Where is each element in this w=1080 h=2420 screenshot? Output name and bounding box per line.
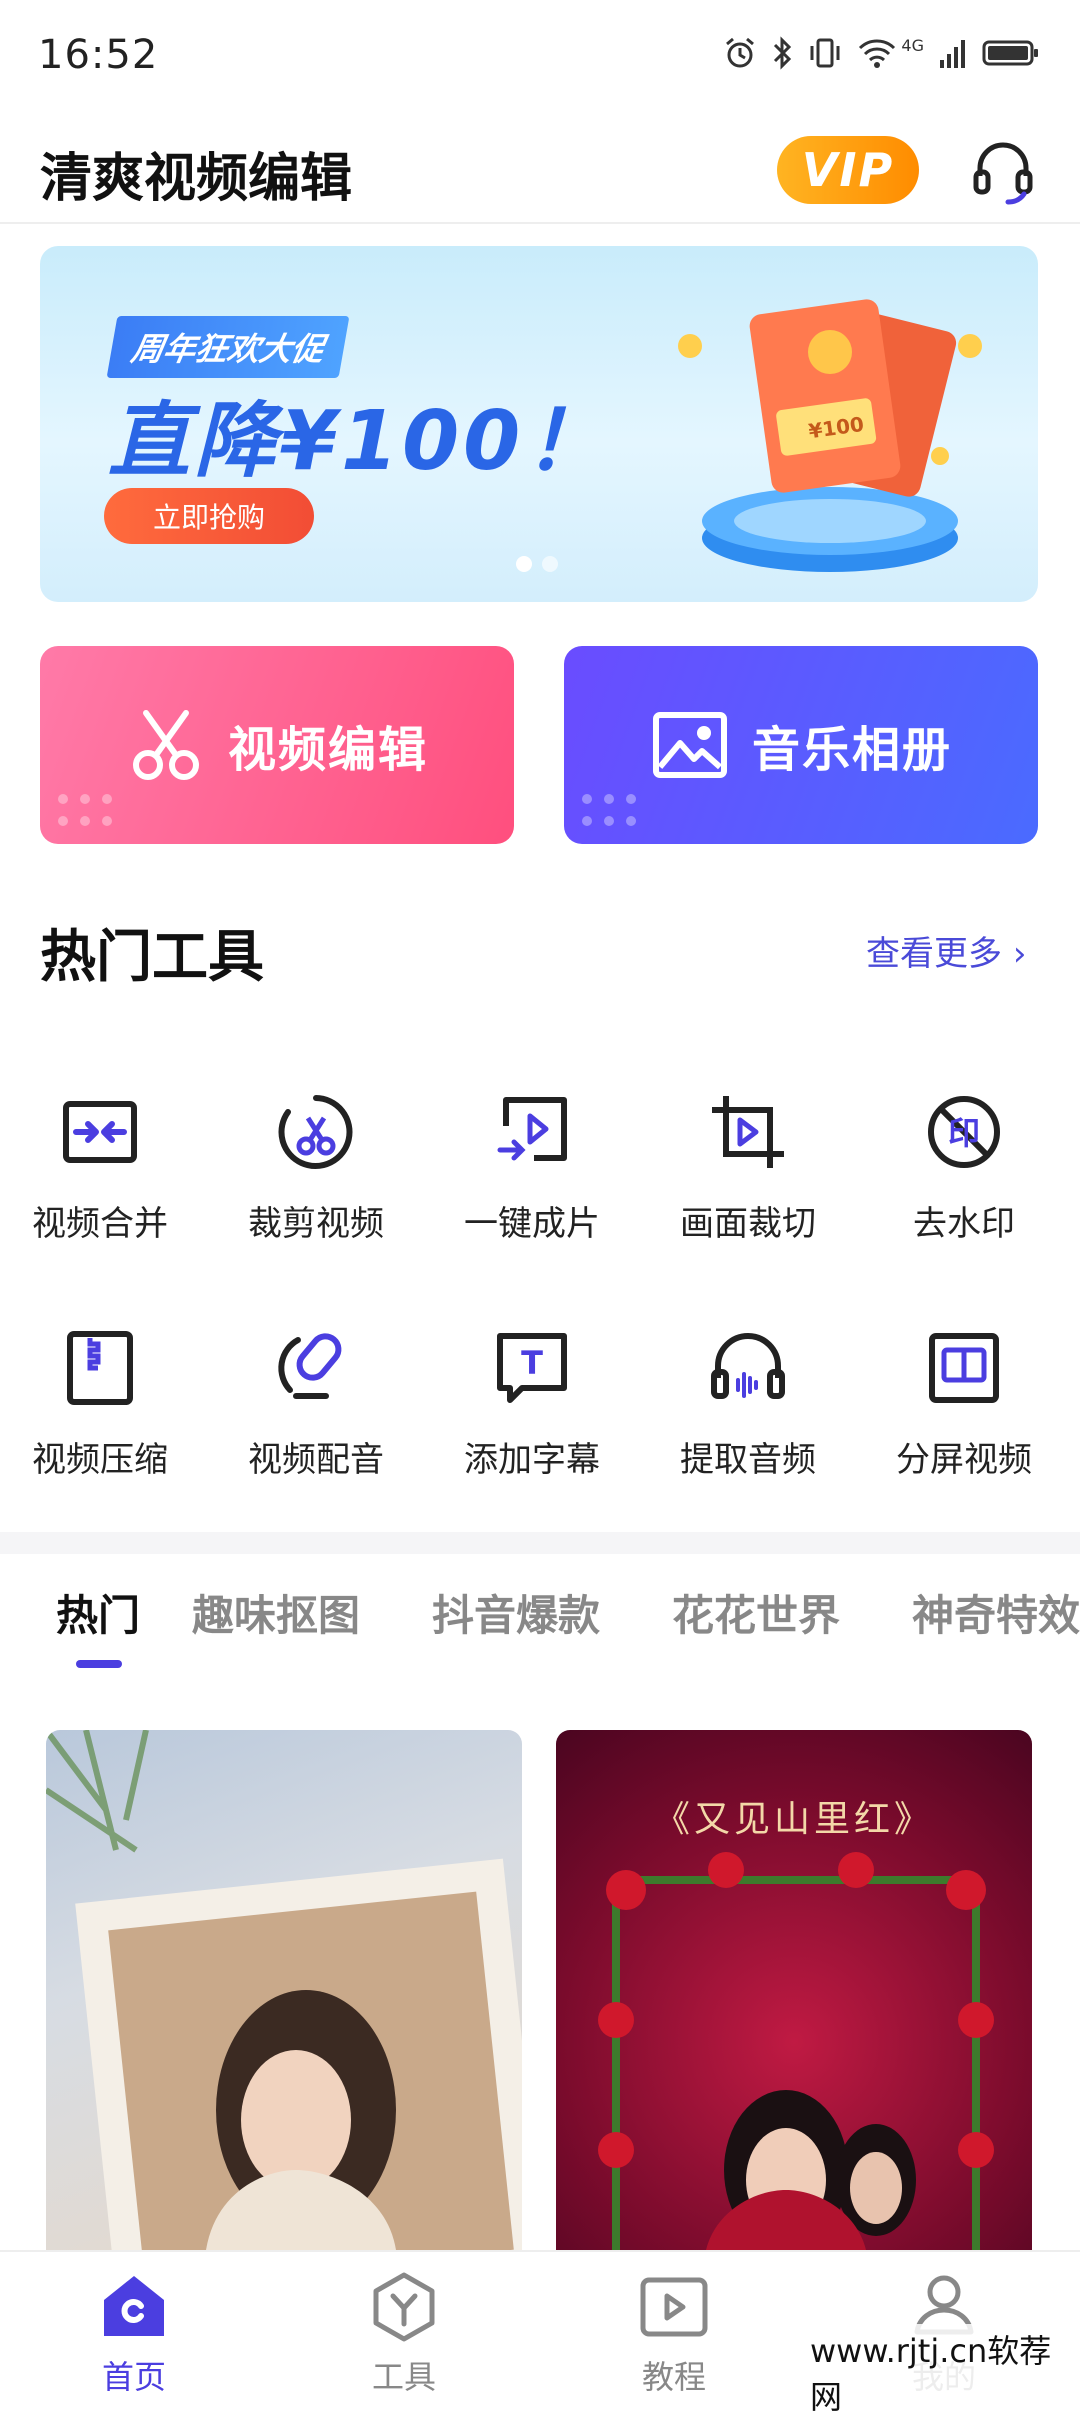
nav-home[interactable]: 首页 <box>34 2270 234 2398</box>
banner-pagination <box>516 556 558 572</box>
status-bar: 16:52 4G <box>0 0 1080 115</box>
tool-label: 视频合并 <box>32 1204 168 1244</box>
tool-remove-watermark[interactable]: 印 去水印 <box>856 1092 1072 1252</box>
extract-audio-icon <box>711 1333 785 1399</box>
status-time: 16:52 <box>38 32 159 78</box>
site-watermark: www.rjtj.cn软荐网 <box>806 2324 1080 2420</box>
video-edit-label: 视频编辑 <box>227 722 428 778</box>
nav-tutorial[interactable]: 教程 <box>574 2270 774 2398</box>
tab-flower-world[interactable]: 花花世界 <box>672 1582 840 1643</box>
tool-compress[interactable]: 视频压缩 <box>0 1328 208 1488</box>
tools-icon <box>373 2272 435 2342</box>
tab-douyin-hits[interactable]: 抖音爆款 <box>432 1582 600 1643</box>
dubbing-icon <box>278 1333 342 1399</box>
hot-tools-title: 热门工具 <box>40 925 264 990</box>
tool-crop[interactable]: 画面裁切 <box>640 1092 856 1252</box>
page-title: 清爽视频编辑 <box>40 149 353 209</box>
see-more-link[interactable]: 查看更多 › <box>866 926 1026 975</box>
status-icons: 4G <box>723 36 1040 70</box>
tutorial-icon <box>640 2277 708 2337</box>
nav-label: 工具 <box>371 2358 436 2396</box>
music-album-label: 音乐相册 <box>751 722 952 778</box>
bluetooth-icon <box>774 36 792 70</box>
subtitle-icon: T <box>497 1333 567 1403</box>
rose-frame-photo <box>598 1852 994 2250</box>
banner-headline: 直降¥100！ <box>108 394 611 489</box>
image-icon <box>652 712 727 778</box>
tool-label: 一键成片 <box>464 1204 600 1244</box>
tool-dubbing[interactable]: 视频配音 <box>208 1328 424 1488</box>
network-label: 4G <box>901 35 924 55</box>
tool-extract-audio[interactable]: 提取音频 <box>640 1328 856 1488</box>
tool-label: 视频压缩 <box>32 1440 168 1480</box>
signal-icon <box>940 40 965 68</box>
tool-label: 画面裁切 <box>680 1204 816 1244</box>
section-separator <box>0 1532 1080 1554</box>
scissors-icon <box>132 710 199 780</box>
card-decoration <box>58 794 112 826</box>
home-icon <box>104 2276 164 2336</box>
video-edit-card[interactable]: 视频编辑 <box>40 646 514 844</box>
tab-hot[interactable]: 热门 <box>56 1582 140 1643</box>
portrait-photo <box>46 1730 522 2250</box>
tool-label: 视频配音 <box>248 1440 384 1480</box>
watermark-glyph: 印 <box>948 1114 980 1152</box>
tool-label: 提取音频 <box>680 1440 816 1480</box>
tool-subtitle[interactable]: T 添加字幕 <box>424 1328 640 1488</box>
split-screen-icon <box>929 1333 999 1403</box>
music-album-card[interactable]: 音乐相册 <box>564 646 1038 844</box>
tool-label: 去水印 <box>913 1204 1015 1244</box>
vip-button[interactable]: VIP <box>777 136 919 204</box>
tool-split-screen[interactable]: 分屏视频 <box>856 1328 1072 1488</box>
banner-tag: 周年狂欢大促 <box>106 316 350 378</box>
tab-magic-effects[interactable]: 神奇特效 <box>912 1582 1080 1643</box>
category-tabs: 热门 趣味抠图 抖音爆款 花花世界 神奇特效 <box>0 1582 1080 1652</box>
compress-icon <box>67 1331 133 1405</box>
banner-dot <box>516 556 532 572</box>
merge-icon <box>63 1101 137 1163</box>
tool-label: 分屏视频 <box>896 1440 1032 1480</box>
subtitle-glyph: T <box>521 1344 543 1382</box>
promo-banner[interactable]: 周年狂欢大促 直降¥100！ 立即抢购 ¥100 <box>40 246 1038 602</box>
tool-one-click[interactable]: 一键成片 <box>424 1092 640 1252</box>
remove-watermark-icon: 印 <box>928 1096 1000 1168</box>
tool-label: 添加字幕 <box>464 1440 600 1480</box>
tab-fun-cutout[interactable]: 趣味抠图 <box>192 1582 360 1643</box>
tool-video-merge[interactable]: 视频合并 <box>0 1092 208 1252</box>
see-more-label: 查看更多 <box>866 934 1002 974</box>
template-card[interactable] <box>46 1730 522 2250</box>
buy-now-button[interactable]: 立即抢购 <box>104 488 314 544</box>
tool-label: 裁剪视频 <box>248 1204 384 1244</box>
headset-icon[interactable] <box>968 136 1038 206</box>
wifi-icon <box>859 39 896 68</box>
cut-video-icon <box>278 1095 353 1169</box>
active-tab-indicator <box>76 1660 122 1668</box>
nav-label: 教程 <box>641 2358 706 2396</box>
vibrate-icon <box>810 38 840 68</box>
red-envelope-icon: ¥100 <box>678 299 982 572</box>
card-decoration <box>582 794 636 826</box>
template-card[interactable]: 《又见山里红》 <box>556 1730 1032 2250</box>
battery-icon <box>982 40 1038 66</box>
nav-tools[interactable]: 工具 <box>304 2270 504 2398</box>
alarm-icon <box>726 37 755 68</box>
header-divider <box>0 222 1080 224</box>
banner-dot <box>542 556 558 572</box>
nav-label: 首页 <box>101 2358 166 2396</box>
tool-cut-video[interactable]: 裁剪视频 <box>208 1092 424 1252</box>
crop-icon <box>712 1096 784 1168</box>
chevron-right-icon: › <box>1012 934 1027 974</box>
one-click-icon <box>497 1097 567 1161</box>
